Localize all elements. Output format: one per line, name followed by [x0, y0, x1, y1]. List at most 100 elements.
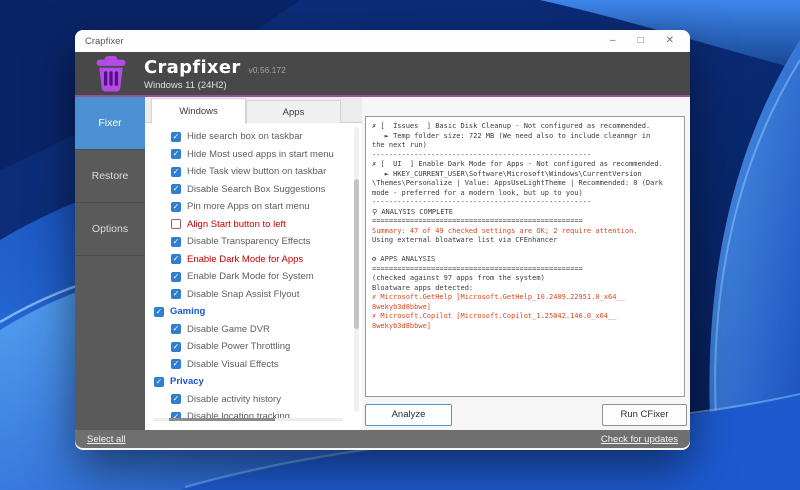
status-bar: Select all Check for updates	[75, 430, 690, 448]
content-area: WindowsApps Hide search box on taskbarHi…	[145, 97, 690, 430]
checklist-item-label: Enable Dark Mode for System	[187, 271, 314, 282]
console-line: mode - preferred for a modern look, but …	[372, 189, 678, 199]
sidebar-item-options[interactable]: Options	[75, 203, 145, 256]
desktop: Crapfixer –□ ✕ Crapfixer v0.56.172 Window…	[0, 0, 800, 490]
checkbox[interactable]	[171, 237, 181, 247]
checkbox[interactable]	[171, 359, 181, 369]
checklist-item-label: Disable Game DVR	[187, 324, 270, 335]
app-version: v0.56.172	[249, 65, 286, 75]
checklist-group[interactable]: Privacy	[145, 373, 352, 391]
checkbox[interactable]	[154, 377, 164, 387]
console-line: Using external bloatware list via CFEnha…	[372, 236, 678, 246]
checkbox[interactable]	[171, 202, 181, 212]
checkbox[interactable]	[171, 149, 181, 159]
checkbox[interactable]	[171, 324, 181, 334]
window-title: Crapfixer	[85, 36, 124, 47]
checklist-item-label: Hide Most used apps in start menu	[187, 149, 334, 160]
checkbox[interactable]	[171, 184, 181, 194]
checklist-item-label: Hide Task view button on taskbar	[187, 166, 326, 177]
close-button[interactable]: ✕	[666, 30, 674, 52]
trash-icon	[93, 55, 129, 93]
console-line: ⚲ ANALYSIS COMPLETE	[372, 208, 678, 218]
checklist-item-label: Disable Power Throttling	[187, 341, 290, 352]
checklist-item-label: Align Start button to left	[187, 219, 286, 230]
sidebar-item-restore[interactable]: Restore	[75, 150, 145, 203]
run-cfixer-button[interactable]: Run CFixer	[602, 404, 687, 426]
checklist-item[interactable]: Disable Transparency Effects	[145, 233, 352, 251]
horizontal-scrollbar-thumb[interactable]	[169, 418, 275, 421]
checklist-item[interactable]: Hide Task view button on taskbar	[145, 163, 352, 181]
checklist-item-label: Hide search box on taskbar	[187, 131, 303, 142]
app-header: Crapfixer v0.56.172 Windows 11 (24H2)	[75, 52, 690, 97]
checklist-item-label: Disable Snap Assist Flyout	[187, 289, 299, 300]
checklist-item-label: Enable Dark Mode for Apps	[187, 254, 303, 265]
checklist: Hide search box on taskbar Hide Most used…	[145, 128, 352, 421]
console-line: ----------------------------------------…	[372, 198, 678, 208]
checkbox[interactable]	[171, 272, 181, 282]
checklist-item[interactable]: Disable Snap Assist Flyout	[145, 286, 352, 304]
tab-bar: WindowsApps	[145, 97, 362, 123]
checkbox[interactable]	[171, 289, 181, 299]
checklist-item[interactable]: Disable Game DVR	[145, 321, 352, 339]
console-line: \Themes\Personalize | Value: AppsUseLigh…	[372, 179, 678, 189]
checklist-item[interactable]: Enable Dark Mode for Apps	[145, 251, 352, 269]
maximize-button[interactable]: □	[638, 30, 644, 52]
tab-windows[interactable]: Windows	[151, 98, 246, 124]
console-line: ► Temp folder size: 722 MB (We need also…	[372, 132, 678, 142]
os-label: Windows 11 (24H2)	[144, 80, 286, 91]
sidebar: FixerRestoreOptions	[75, 97, 145, 430]
console-line: ✗ Microsoft.GetHelp [Microsoft.GetHelp_1…	[372, 293, 678, 303]
checklist-item-label: Disable activity history	[187, 394, 281, 405]
console-line: (checked against 97 apps from the system…	[372, 274, 678, 284]
checklist-item[interactable]: Disable Search Box Suggestions	[145, 181, 352, 199]
console-line: ✗ [ Issues ] Basic Disk Cleanup - Not co…	[372, 122, 678, 132]
checkbox[interactable]	[171, 254, 181, 264]
console-line: 8wekyb3d8bbwe]	[372, 322, 678, 332]
console-line: Summary: 47 of 49 checked settings are O…	[372, 227, 678, 237]
checklist-item[interactable]: Hide search box on taskbar	[145, 128, 352, 146]
main-area: FixerRestoreOptions WindowsApps Hide sea…	[75, 97, 690, 430]
checklist-item[interactable]: Disable activity history	[145, 391, 352, 409]
checkbox[interactable]	[171, 132, 181, 142]
console-line: ✗ [ UI ] Enable Dark Mode for Apps - Not…	[372, 160, 678, 170]
checkbox[interactable]	[171, 219, 181, 229]
vertical-scrollbar-thumb[interactable]	[354, 179, 359, 329]
checklist-item[interactable]: Disable Power Throttling	[145, 338, 352, 356]
checklist-item[interactable]: Disable Visual Effects	[145, 356, 352, 374]
titlebar: Crapfixer –□ ✕	[75, 30, 690, 52]
header-text: Crapfixer v0.56.172 Windows 11 (24H2)	[144, 57, 286, 91]
check-for-updates-link[interactable]: Check for updates	[601, 434, 678, 445]
tab-apps[interactable]: Apps	[246, 100, 341, 123]
checklist-item-label: Pin more Apps on start menu	[187, 201, 310, 212]
app-window: Crapfixer –□ ✕ Crapfixer v0.56.172 Window…	[75, 30, 690, 450]
console-line: ► HKEY_CURRENT_USER\Software\Microsoft\W…	[372, 170, 678, 180]
checklist-scroll-area: Hide search box on taskbar Hide Most used…	[145, 123, 362, 430]
checklist-group[interactable]: Gaming	[145, 303, 352, 321]
checklist-panel: WindowsApps Hide search box on taskbarHi…	[145, 97, 362, 430]
analysis-console[interactable]: ✗ [ Issues ] Basic Disk Cleanup - Not co…	[365, 116, 685, 397]
console-line: the next run)	[372, 141, 678, 151]
select-all-link[interactable]: Select all	[87, 434, 126, 445]
minimize-button[interactable]: –	[610, 30, 616, 52]
checklist-item-label: Disable Search Box Suggestions	[187, 184, 325, 195]
console-line: ✗ Microsoft.Copilot [Microsoft.Copilot_1…	[372, 312, 678, 322]
checklist-item-label: Disable Visual Effects	[187, 359, 279, 370]
sidebar-item-fixer[interactable]: Fixer	[75, 97, 145, 150]
console-line: ----------------------------------------…	[372, 151, 678, 161]
checkbox[interactable]	[171, 167, 181, 177]
horizontal-scrollbar[interactable]	[153, 418, 343, 421]
console-line: Bloatware apps detected:	[372, 284, 678, 294]
checkbox[interactable]	[171, 394, 181, 404]
console-line	[372, 246, 678, 256]
analyze-button[interactable]: Analyze	[365, 404, 452, 426]
checklist-item[interactable]: Align Start button to left	[145, 216, 352, 234]
checkbox[interactable]	[154, 307, 164, 317]
checklist-item[interactable]: Enable Dark Mode for System	[145, 268, 352, 286]
app-name: Crapfixer	[144, 57, 241, 78]
console-line: 8wekyb3d8bbwe]	[372, 303, 678, 313]
checkbox[interactable]	[171, 342, 181, 352]
checklist-item[interactable]: Hide Most used apps in start menu	[145, 146, 352, 164]
checklist-item-label: Gaming	[170, 306, 205, 317]
checklist-item[interactable]: Pin more Apps on start menu	[145, 198, 352, 216]
vertical-scrollbar[interactable]	[354, 127, 359, 412]
